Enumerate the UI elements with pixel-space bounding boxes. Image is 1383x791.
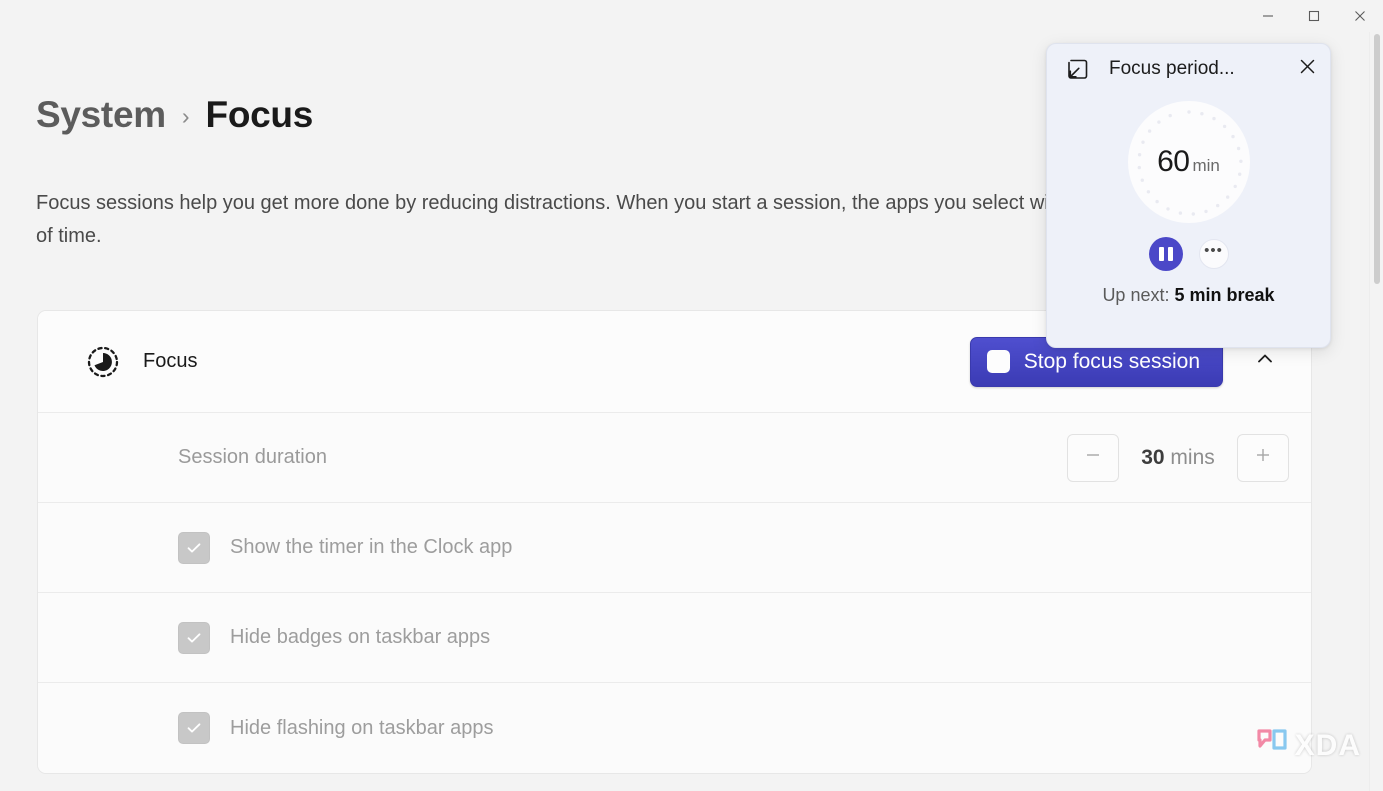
pause-icon — [1158, 247, 1164, 261]
checkbox-label-hide-flashing: Hide flashing on taskbar apps — [230, 716, 494, 739]
session-duration-number: 30 — [1141, 445, 1165, 469]
breadcrumb: System › Focus — [36, 94, 313, 136]
maximize-button[interactable] — [1291, 0, 1337, 32]
focus-settings-card: Focus Stop focus session Session duratio… — [37, 310, 1312, 774]
stop-square-icon — [986, 350, 1010, 373]
focus-row-label: Focus — [143, 350, 198, 372]
xda-wordmark: XDA — [1294, 728, 1361, 762]
session-duration-label: Session duration — [178, 446, 327, 468]
plus-icon — [1253, 445, 1273, 470]
window-titlebar — [0, 0, 1383, 32]
close-button[interactable] — [1337, 0, 1383, 32]
restore-down-icon[interactable] — [1065, 56, 1091, 82]
page-title: Focus — [205, 94, 314, 135]
pause-icon-bar2 — [1167, 247, 1173, 261]
checkbox-row-show-timer[interactable]: Show the timer in the Clock app — [38, 503, 1311, 593]
popup-title: Focus period... — [1109, 58, 1235, 79]
popup-controls: ••• — [1047, 237, 1330, 271]
minus-icon — [1083, 445, 1103, 470]
checkbox-label-show-timer: Show the timer in the Clock app — [230, 536, 513, 558]
checkbox-show-timer[interactable] — [178, 531, 210, 564]
checkbox-row-hide-flashing[interactable]: Hide flashing on taskbar apps — [38, 683, 1311, 773]
xda-watermark: XDA — [1256, 728, 1361, 763]
timer-value: 60 — [1157, 145, 1190, 178]
vertical-scrollbar[interactable] — [1369, 32, 1383, 791]
session-duration-stepper: 30 mins — [1067, 433, 1289, 482]
breadcrumb-separator-icon: › — [181, 103, 190, 129]
timer-readout: 60 min — [1157, 145, 1220, 179]
popup-header: Focus period... — [1047, 44, 1330, 94]
more-options-button[interactable]: ••• — [1198, 239, 1229, 269]
up-next-prefix: Up next: — [1102, 285, 1170, 305]
timer-unit: min — [1192, 156, 1220, 175]
focus-timer-dial[interactable]: 60 min — [1127, 101, 1250, 223]
focus-session-popup: Focus period... 60 min ••• Up next: 5 mi… — [1046, 43, 1331, 348]
minimize-button[interactable] — [1245, 0, 1291, 32]
up-next-value: 5 min break — [1174, 285, 1275, 305]
timer-wrap: 60 min — [1047, 101, 1330, 223]
breadcrumb-system[interactable]: System — [36, 94, 166, 136]
session-duration-decrement-button[interactable] — [1067, 433, 1119, 482]
checkbox-row-hide-badges[interactable]: Hide badges on taskbar apps — [38, 593, 1311, 683]
chevron-up-icon — [1254, 348, 1276, 375]
stop-focus-session-label: Stop focus session — [1023, 349, 1200, 373]
up-next-text: Up next: 5 min break — [1047, 285, 1330, 306]
focus-timer-icon — [85, 344, 121, 380]
xda-logo-icon — [1256, 728, 1290, 763]
session-duration-row: Session duration 30 mins — [38, 413, 1311, 503]
close-icon — [1299, 58, 1316, 80]
pause-button[interactable] — [1148, 237, 1183, 271]
scrollbar-thumb[interactable] — [1374, 34, 1380, 284]
session-duration-value: 30 mins — [1119, 446, 1237, 470]
session-duration-unit: mins — [1170, 445, 1215, 469]
checkbox-hide-flashing[interactable] — [178, 712, 210, 744]
more-options-icon: ••• — [1204, 242, 1223, 259]
session-duration-increment-button[interactable] — [1237, 433, 1289, 482]
popup-close-button[interactable] — [1290, 52, 1324, 86]
checkbox-hide-badges[interactable] — [178, 621, 210, 654]
checkbox-label-hide-badges: Hide badges on taskbar apps — [230, 626, 491, 648]
